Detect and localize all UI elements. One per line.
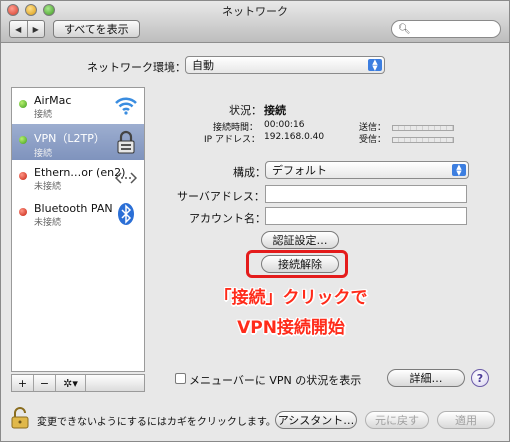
search-field[interactable]: 🔍︎: [391, 20, 503, 38]
annotation-line-2: VPN接続開始: [237, 318, 345, 338]
status-label: 状況：: [229, 104, 262, 117]
back-forward-control: ◀ ▶: [9, 20, 45, 38]
title-bar: ネットワーク ◀ ▶ すべてを表示 🔍︎: [1, 1, 509, 43]
config-label: 構成：: [233, 166, 266, 179]
instruction-annotation: 「接続」クリックで VPN接続開始: [181, 283, 401, 343]
location-label: ネットワーク環境：: [87, 61, 186, 74]
add-service-button[interactable]: +: [12, 375, 34, 391]
show-vpn-status-checkbox[interactable]: [175, 373, 186, 384]
auth-settings-button[interactable]: 認証設定…: [261, 231, 339, 249]
show-vpn-status-label: メニューバーに VPN の状況を表示: [189, 374, 362, 387]
disconnect-highlight-frame: [246, 250, 348, 278]
bottom-bar: 変更できないようにするにはカギをクリックします。 アシスタント… 元に戻す 適用: [1, 399, 509, 441]
lock-hint-text: 変更できないようにするにはカギをクリックします。: [37, 417, 276, 428]
select-arrows-icon: ▲ ▼: [368, 59, 382, 72]
search-input[interactable]: [412, 22, 503, 36]
received-label: 受信：: [359, 132, 455, 145]
config-value: デフォルト: [272, 164, 327, 177]
received-activity-bar: [392, 136, 455, 143]
help-button[interactable]: ?: [471, 369, 489, 387]
service-item-bluetooth[interactable]: Bluetooth PAN 未接続: [12, 196, 144, 232]
service-list: AirMac 接続 VPN（L2TP） 接続 Ethern…or (en2) 未…: [11, 87, 145, 372]
location-value: 自動: [192, 59, 214, 72]
bluetooth-icon: [114, 202, 138, 226]
assistant-button[interactable]: アシスタント…: [275, 411, 357, 429]
forward-button[interactable]: ▶: [26, 21, 45, 37]
lock-icon[interactable]: [11, 407, 29, 429]
advanced-button[interactable]: 詳細…: [387, 369, 465, 387]
ethernet-icon: [114, 166, 138, 190]
magnifier-icon: 🔍︎: [398, 23, 411, 35]
service-item-airmac[interactable]: AirMac 接続: [12, 88, 144, 124]
location-select[interactable]: 自動 ▲ ▼: [185, 56, 385, 74]
status-dot-icon: [19, 136, 27, 144]
revert-button[interactable]: 元に戻す: [365, 411, 429, 429]
status-value: 接続: [264, 104, 286, 117]
status-dot-icon: [19, 100, 27, 108]
annotation-line-1: 「接続」クリックで: [214, 288, 368, 308]
ip-address-value: 192.168.0.40: [264, 132, 325, 142]
network-preferences-window: ネットワーク ◀ ▶ すべてを表示 🔍︎ ネットワーク環境： 自動 ▲ ▼ Air…: [0, 0, 510, 442]
sent-activity-bar: [392, 124, 455, 131]
select-arrows-icon: ▲ ▼: [452, 164, 466, 177]
connect-time-value: 00:00:16: [264, 120, 305, 130]
service-item-vpn[interactable]: VPN（L2TP） 接続: [12, 124, 144, 160]
location-row: ネットワーク環境： 自動 ▲ ▼: [1, 56, 510, 76]
server-address-input[interactable]: [266, 186, 466, 202]
service-list-toolbar: + − ✲▾: [11, 374, 145, 392]
gear-menu-button[interactable]: ✲▾: [56, 375, 86, 391]
service-item-ethernet[interactable]: Ethern…or (en2) 未接続: [12, 160, 144, 196]
wifi-icon: [114, 94, 138, 118]
status-dot-icon: [19, 172, 27, 180]
config-select[interactable]: デフォルト ▲ ▼: [265, 161, 469, 179]
account-name-field[interactable]: [265, 207, 467, 225]
remove-service-button[interactable]: −: [34, 375, 56, 391]
apply-button[interactable]: 適用: [437, 411, 495, 429]
back-button[interactable]: ◀: [10, 21, 27, 37]
account-name-input[interactable]: [266, 208, 466, 224]
ip-address-label: IP アドレス：: [204, 135, 260, 145]
window-title: ネットワーク: [222, 5, 288, 18]
account-name-label: アカウント名：: [189, 212, 266, 225]
vpn-lock-icon: [114, 130, 138, 154]
show-all-button[interactable]: すべてを表示: [53, 20, 140, 38]
server-address-field[interactable]: [265, 185, 467, 203]
received-label-text: 受信：: [359, 135, 387, 145]
server-address-label: サーバアドレス：: [177, 190, 265, 203]
status-dot-icon: [19, 208, 27, 216]
